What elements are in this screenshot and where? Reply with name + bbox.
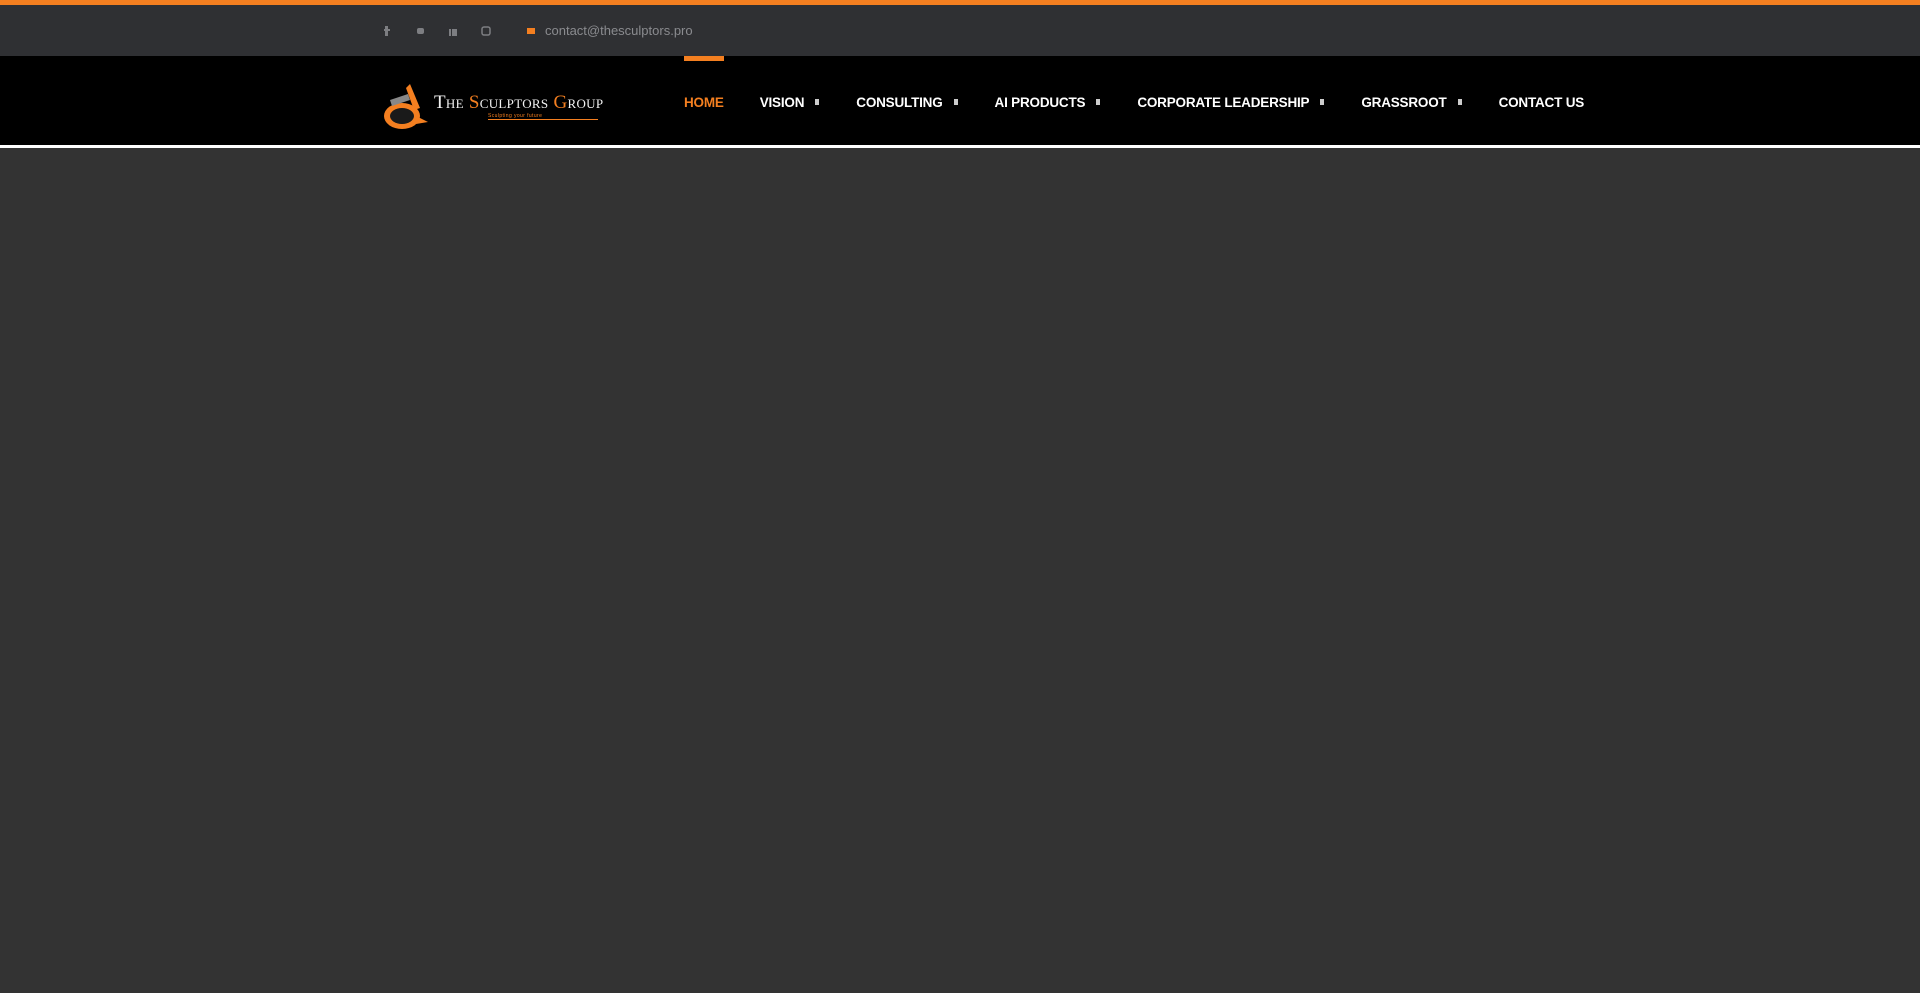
logo-tagline: Sculpting your future [488, 113, 598, 120]
nav-item-home[interactable]: HOME [684, 56, 724, 148]
top-bar: contact@thesculptors.pro [0, 5, 1920, 56]
nav-item-corporate-leadership[interactable]: CORPORATE LEADERSHIP [1137, 56, 1325, 148]
logo-wordmark: The Sculptors Group Sculpting your futur… [434, 92, 603, 120]
instagram-icon[interactable] [480, 25, 492, 37]
nav-item-contact-us[interactable]: CONTACT US [1499, 56, 1585, 148]
logo-title: The Sculptors Group [434, 91, 604, 113]
chevron-down-icon [1319, 97, 1325, 107]
main-header: The Sculptors Group Sculpting your futur… [0, 56, 1920, 148]
main-nav: HOME VISION CONSULTING AI PRODUCTS CORPO… [684, 56, 1620, 148]
top-bar-content: contact@thesculptors.pro [381, 5, 693, 56]
nav-item-grassroot[interactable]: GRASSROOT [1361, 56, 1462, 148]
contact-email-text[interactable]: contact@thesculptors.pro [545, 23, 693, 38]
site-logo[interactable]: The Sculptors Group Sculpting your futur… [380, 78, 620, 133]
nav-item-vision[interactable]: VISION [760, 56, 821, 148]
sculptor-logo-icon [384, 84, 428, 129]
nav-item-ai-products[interactable]: AI PRODUCTS [995, 56, 1102, 148]
chevron-down-icon [1457, 97, 1463, 107]
chevron-down-icon [814, 97, 820, 107]
linkedin-icon[interactable] [447, 25, 459, 37]
page-content-area [0, 148, 1920, 993]
twitter-icon[interactable] [414, 25, 426, 37]
nav-item-consulting[interactable]: CONSULTING [856, 56, 958, 148]
chevron-down-icon [1095, 97, 1101, 107]
chevron-down-icon [953, 97, 959, 107]
contact-email[interactable]: contact@thesculptors.pro [527, 23, 693, 38]
envelope-icon [527, 25, 535, 37]
facebook-icon[interactable] [381, 25, 393, 37]
